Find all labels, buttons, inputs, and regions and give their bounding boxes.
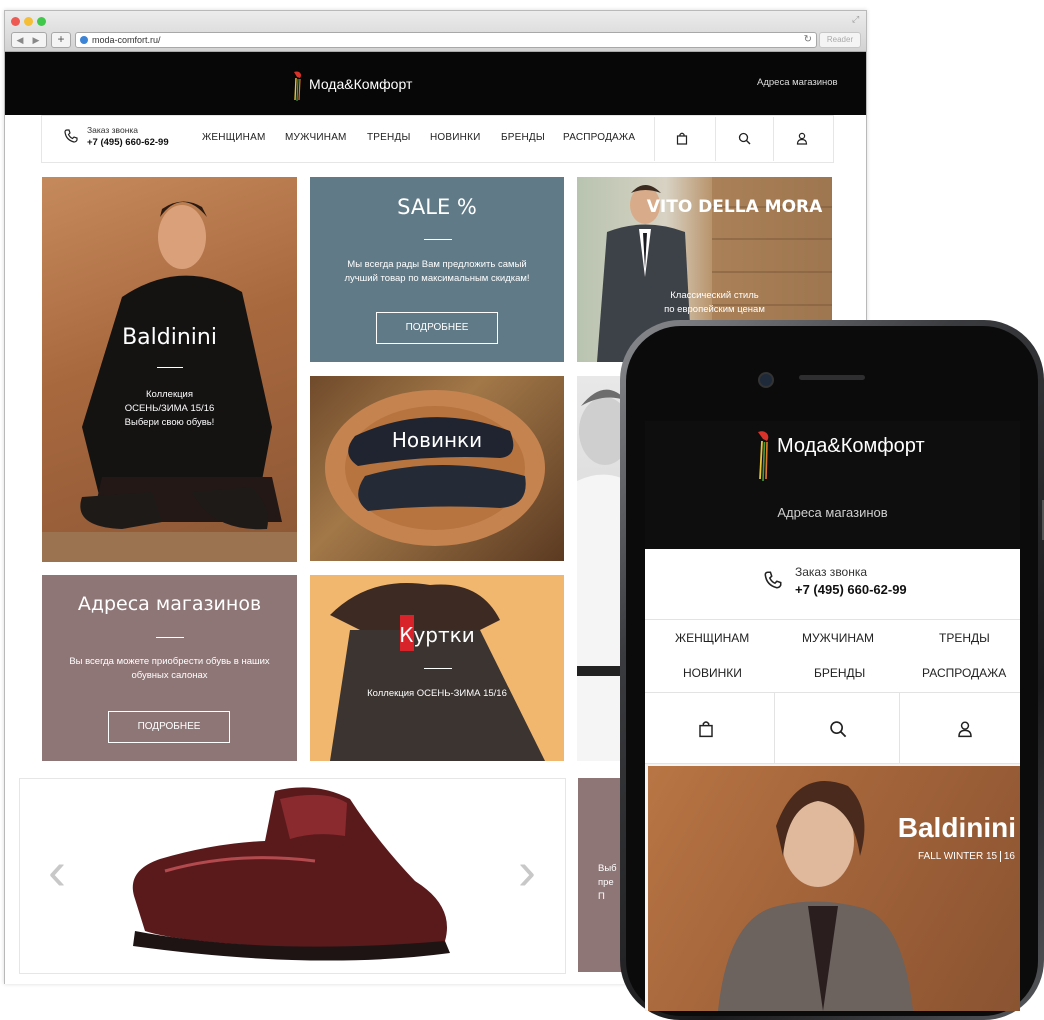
search-icon[interactable] [738, 132, 751, 145]
stores-link[interactable]: Адреса магазинов [645, 505, 1020, 520]
bag-icon[interactable] [676, 132, 688, 145]
parrot-logo-icon [294, 71, 302, 102]
user-icon[interactable] [796, 132, 808, 145]
bag-icon[interactable] [698, 720, 714, 738]
nav-divider [773, 117, 774, 161]
tile-sale: SALE % Мы всегда рады Вам предложить сам… [310, 177, 564, 362]
product-carousel: ‹ › [19, 778, 566, 974]
tile-title: Адреса магазинов [77, 593, 262, 615]
hero-subtitle-season: FALL WINTER 15 [917, 851, 998, 862]
maximize-window-button[interactable] [37, 17, 46, 26]
oxford-shoe-image [132, 787, 450, 961]
title-underline [156, 637, 184, 638]
title-underline [424, 668, 452, 669]
hero-title: Baldinini [897, 812, 1016, 843]
tile-text: Коллекция ОСЕНЬ/ЗИМА 15/16 Выбери свою о… [124, 389, 215, 428]
new-tab-button[interactable]: + [51, 32, 71, 48]
shoes-on-wood-photo [325, 390, 545, 546]
browser-toolbar: ◀ ▶ + moda-comfort.ru/ ↻ Reader [5, 11, 866, 52]
woman-coat-photo [718, 781, 913, 1011]
history-buttons: ◀ ▶ [11, 32, 47, 48]
reader-button[interactable]: Reader [819, 32, 861, 48]
logo-text[interactable]: Мода&Комфорт [777, 435, 925, 458]
tile-title: Новинки [391, 428, 483, 452]
stores-link[interactable]: Адреса магазинов [757, 77, 838, 88]
globe-icon [80, 36, 88, 44]
details-button[interactable]: ПОДРОБНЕЕ [376, 312, 498, 344]
phone-number[interactable]: +7 (495) 660-62-99 [87, 137, 169, 148]
user-icon[interactable] [957, 720, 973, 738]
title-underline [424, 239, 452, 240]
mobile-hero-banner[interactable]: Baldinini FALL WINTER 15 16 [648, 766, 1020, 1011]
address-bar[interactable]: moda-comfort.ru/ ↻ [75, 32, 817, 48]
mobile-callback[interactable]: Заказ звонка +7 (495) 660-62-99 [645, 549, 1020, 620]
nav-men[interactable]: МУЖЧИНАМ [802, 631, 874, 645]
nav-brands[interactable]: БРЕНДЫ [814, 666, 865, 680]
logo-text: Мода&Комфорт [309, 76, 413, 92]
phone-mockup: Мода&Комфорт Адреса магазинов Заказ звон… [620, 320, 1044, 1020]
callback-label: Заказ звонка [795, 565, 868, 579]
camera-icon [758, 372, 774, 388]
phone-number: +7 (495) 660-62-99 [795, 582, 907, 597]
search-icon[interactable] [829, 720, 847, 738]
parrot-logo-icon [758, 431, 769, 482]
nav-women[interactable]: ЖЕНЩИНАМ [675, 631, 749, 645]
mobile-icon-bar [645, 693, 1020, 764]
url-text: moda-comfort.ru/ [92, 35, 161, 45]
back-button[interactable]: ◀ [12, 33, 28, 47]
site-header: Мода&Комфорт Адреса магазинов [5, 52, 866, 115]
man-leather-jacket-photo [42, 201, 297, 562]
nav-women[interactable]: ЖЕНЩИНАМ [202, 132, 266, 143]
nav-sale[interactable]: РАСПРОДАЖА [922, 666, 1006, 680]
hero-subtitle: FALL WINTER 15 16 [878, 851, 1015, 862]
phone-screen: Мода&Комфорт Адреса магазинов Заказ звон… [645, 421, 1020, 1011]
forward-button[interactable]: ▶ [28, 33, 44, 47]
tile-title: Baldinini [122, 325, 217, 350]
mobile-header: Мода&Комфорт Адреса магазинов [645, 421, 1020, 549]
site-logo[interactable]: Мода&Комфорт [291, 70, 421, 102]
hero-subtitle-year: 16 [999, 851, 1015, 862]
tile-title: VITO DELLA MORA [646, 197, 823, 217]
fullscreen-icon[interactable]: ⤢ [852, 14, 859, 25]
details-button[interactable]: ПОДРОБНЕЕ [108, 711, 230, 743]
nav-men[interactable]: МУЖЧИНАМ [285, 132, 347, 143]
nav-new[interactable]: НОВИНКИ [430, 132, 481, 143]
tile-baldinini[interactable]: Baldinini Коллекция ОСЕНЬ/ЗИМА 15/16 Выб… [42, 177, 297, 562]
icon-divider [774, 693, 775, 763]
tile-title: SALE % [397, 195, 477, 219]
tile-new-arrivals[interactable]: Новинки [310, 376, 564, 561]
carousel-prev-arrow[interactable]: ‹ [48, 841, 66, 901]
title-underline [157, 367, 183, 368]
tile-jackets[interactable]: Куртки Коллекция ОСЕНЬ-ЗИМА 15/16 [310, 575, 564, 761]
callback-label[interactable]: Заказ звонка [87, 125, 138, 135]
speaker-grille [799, 375, 865, 380]
phone-icon [764, 571, 782, 589]
close-window-button[interactable] [11, 17, 20, 26]
nav-trends[interactable]: ТРЕНДЫ [939, 631, 990, 645]
nav-divider [654, 117, 655, 161]
reload-icon[interactable]: ↻ [804, 33, 812, 47]
mobile-nav: ЖЕНЩИНАМ МУЖЧИНАМ ТРЕНДЫ НОВИНКИ БРЕНДЫ … [645, 620, 1020, 693]
carousel-next-arrow[interactable]: › [518, 841, 536, 901]
nav-brands[interactable]: БРЕНДЫ [501, 132, 545, 143]
phone-icon [64, 129, 78, 143]
nav-trends[interactable]: ТРЕНДЫ [367, 132, 411, 143]
tile-text: Коллекция ОСЕНЬ-ЗИМА 15/16 [367, 688, 507, 699]
tile-text: Вы всегда можете приобрести обувь в наши… [69, 656, 270, 681]
tile-text: Мы всегда рады Вам предложить самый лучш… [344, 259, 530, 284]
main-nav: Заказ звонка +7 (495) 660-62-99 ЖЕНЩИНАМ… [41, 115, 834, 163]
nav-new[interactable]: НОВИНКИ [683, 666, 742, 680]
tile-stores: Адреса магазинов Вы всегда можете приобр… [42, 575, 297, 761]
tile-text: Классический стиль по европейским ценам [664, 290, 765, 315]
minimize-window-button[interactable] [24, 17, 33, 26]
nav-sale[interactable]: РАСПРОДАЖА [563, 132, 635, 143]
tile-title: Куртки [399, 623, 475, 647]
icon-divider [899, 693, 900, 763]
nav-divider [715, 117, 716, 161]
